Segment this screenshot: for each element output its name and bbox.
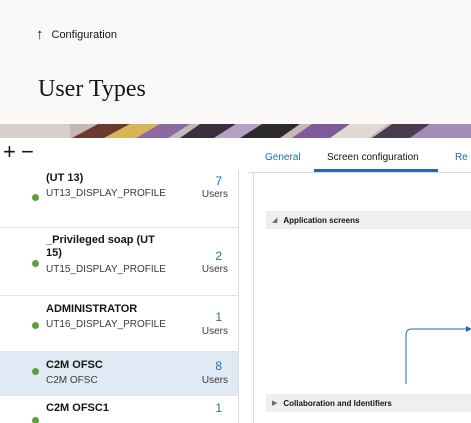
user-type-name: C2M OFSC1 [46, 402, 109, 414]
list-item[interactable]: ADMINISTRATOR UT16_DISPLAY_PROFILE 1 Use… [0, 296, 238, 352]
tab-partial[interactable]: Re [455, 152, 468, 163]
decorative-banner [0, 124, 471, 138]
user-type-profile: UT15_DISPLAY_PROFILE [46, 264, 166, 275]
breadcrumb-label: Configuration [51, 28, 117, 41]
user-type-name: (UT 13) [46, 172, 84, 184]
page-header: ↑ Configuration User Types [0, 0, 471, 125]
expanded-caret-icon: ◢ [272, 217, 278, 224]
status-dot-icon [32, 260, 39, 267]
user-count-unit: Users [201, 375, 228, 386]
user-types-page: ↑ Configuration User Types + − (UT 13) U… [0, 0, 471, 423]
section-title: Application screens [283, 215, 360, 225]
user-type-list: (UT 13) UT13_DISPLAY_PROFILE 7 Users _Pr… [0, 170, 239, 423]
user-type-name: _Privileged soap (UT 15) [46, 234, 155, 259]
section-collaboration-and-identifiers[interactable]: ▶ Collaboration and Identifiers [266, 394, 471, 412]
status-dot-icon [32, 417, 39, 423]
user-count: 2 [215, 249, 222, 263]
list-item[interactable]: C2M OFSC1 1 [0, 396, 238, 423]
user-type-profile: C2M OFSC [46, 375, 98, 386]
user-count: 1 [215, 401, 222, 415]
remove-button[interactable]: − [21, 141, 34, 163]
user-count: 1 [215, 310, 222, 324]
user-count-unit: Users [201, 189, 228, 200]
back-to-configuration-link[interactable]: ↑ Configuration [36, 27, 117, 42]
add-button[interactable]: + [3, 141, 16, 163]
user-type-name: ADMINISTRATOR [46, 303, 138, 315]
user-type-profile: UT16_DISPLAY_PROFILE [46, 319, 166, 330]
collapsed-caret-icon: ▶ [272, 400, 278, 407]
list-item[interactable]: (UT 13) UT13_DISPLAY_PROFILE 7 Users [0, 170, 238, 228]
section-application-screens[interactable]: ◢ Application screens [266, 211, 471, 229]
up-arrow-icon: ↑ [36, 26, 44, 43]
user-type-name: C2M OFSC [46, 359, 103, 371]
tab-general[interactable]: General [265, 152, 301, 163]
status-dot-icon [32, 368, 39, 375]
list-item[interactable]: C2M OFSC C2M OFSC 8 Users [0, 352, 238, 396]
page-title: User Types [38, 76, 146, 102]
tab-screen-configuration[interactable]: Screen configuration [327, 152, 419, 163]
user-count-unit: Users [201, 326, 228, 337]
detail-tabs: General Screen configuration Re [248, 138, 471, 173]
user-count: 7 [215, 174, 222, 188]
user-type-profile: UT13_DISPLAY_PROFILE [46, 188, 166, 199]
banner-pattern-icon [0, 124, 471, 138]
list-item[interactable]: _Privileged soap (UT 15) UT15_DISPLAY_PR… [0, 227, 238, 296]
user-count-unit: Users [201, 264, 228, 275]
status-dot-icon [32, 194, 39, 201]
screen-configuration-panel: ◢ Application screens ▶ Collaboration an… [253, 172, 471, 423]
status-dot-icon [32, 322, 39, 329]
section-title: Collaboration and Identifiers [283, 398, 392, 408]
user-count: 8 [215, 359, 222, 373]
list-toolbar: + − [0, 138, 240, 170]
